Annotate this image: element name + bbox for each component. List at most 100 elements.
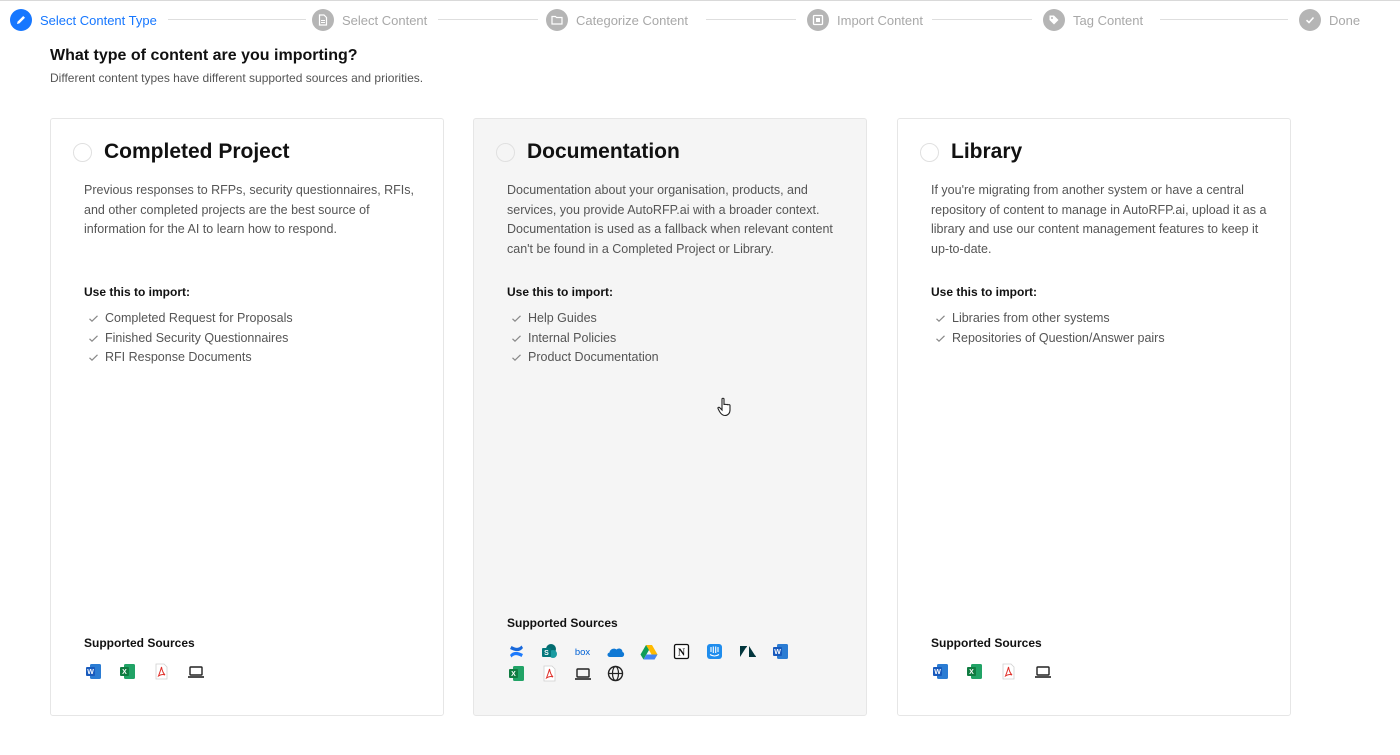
step-label: Select Content Type [40,12,157,28]
google-drive-icon [639,642,658,661]
list-item: Help Guides [511,309,659,329]
laptop-icon [186,662,205,681]
supported-sources-label: Supported Sources [507,616,618,630]
list-item: Repositories of Question/Answer pairs [935,329,1165,349]
import-list: Help Guides Internal Policies Product Do… [511,309,659,368]
step-categorize-content[interactable]: Categorize Content [546,8,688,32]
laptop-icon [1033,662,1052,681]
folder-icon [546,9,568,31]
document-icon [312,9,334,31]
checkmark-icon [511,313,522,324]
svg-text:box: box [575,647,591,658]
notion-icon: N [672,642,691,661]
excel-icon: X [507,664,526,683]
list-item: Internal Policies [511,329,659,349]
globe-icon [606,664,625,683]
step-label: Done [1329,12,1361,28]
checkmark-icon [88,313,99,324]
card-title: Completed Project [104,140,290,163]
card-title: Library [951,140,1023,163]
card-description: If you're migrating from another system … [931,183,1267,256]
onedrive-icon [606,642,625,661]
checkmark-icon [511,333,522,344]
svg-text:N: N [678,648,686,659]
step-label: Tag Content [1073,12,1144,28]
card-description: Previous responses to RFPs, security que… [84,183,414,237]
content-type-card-completed-project[interactable]: Completed Project Previous responses to … [50,118,444,716]
list-item-label: Repositories of Question/Answer pairs [952,330,1165,345]
use-this-to-import-label: Use this to import: [931,285,1038,299]
step-connector [932,19,1032,20]
pencil-icon [10,9,32,31]
checkmark-icon [88,352,99,363]
card-description: Documentation about your organisation, p… [507,183,833,256]
svg-text:W: W [774,649,781,656]
radio-button[interactable] [73,143,92,162]
step-connector [1160,19,1288,20]
radio-button[interactable] [496,143,515,162]
supported-sources: W X [84,662,205,681]
list-item-label: Product Documentation [528,350,659,365]
box-icon: box [573,642,592,661]
hand-pointer-icon [717,397,731,417]
content-type-card-documentation[interactable]: Documentation Documentation about your o… [473,118,867,716]
list-item-label: RFI Response Documents [105,350,252,365]
word-icon: W [931,662,950,681]
card-title: Documentation [527,140,680,163]
step-label: Categorize Content [576,12,689,28]
confluence-icon [507,642,526,661]
list-item-label: Finished Security Questionnaires [105,330,289,345]
pdf-icon [152,662,171,681]
step-label: Select Content [342,12,428,28]
svg-text:S: S [544,650,549,657]
word-icon: W [84,662,103,681]
supported-sources: S box N W X [507,642,807,683]
list-item: Finished Security Questionnaires [88,329,293,349]
list-item-label: Libraries from other systems [952,311,1110,325]
pdf-icon [540,664,559,683]
use-this-to-import-label: Use this to import: [507,285,614,299]
list-item: Completed Request for Proposals [88,309,293,329]
check-icon [1299,9,1321,31]
supported-sources-label: Supported Sources [931,636,1042,650]
use-this-to-import-label: Use this to import: [84,285,191,299]
svg-text:X: X [511,671,516,678]
step-connector [168,19,306,20]
list-item-label: Internal Policies [528,330,617,345]
list-item-label: Completed Request for Proposals [105,311,293,325]
svg-text:W: W [934,669,941,676]
sharepoint-icon: S [540,642,559,661]
checkmark-icon [935,313,946,324]
checkmark-icon [511,352,522,363]
svg-text:X: X [969,669,974,676]
word-icon: W [771,642,790,661]
step-connector [438,19,538,20]
intercom-icon [705,642,724,661]
radio-button[interactable] [920,143,939,162]
import-list: Libraries from other systems Repositorie… [935,309,1165,348]
svg-text:W: W [87,669,94,676]
content-type-card-library[interactable]: Library If you're migrating from another… [897,118,1291,716]
progress-stepper: Select Content Type Select Content Categ… [10,8,1362,32]
checkmark-icon [935,333,946,344]
list-item: Libraries from other systems [935,309,1165,329]
zendesk-icon [738,642,757,661]
list-item: RFI Response Documents [88,348,293,368]
laptop-icon [573,664,592,683]
step-import-content[interactable]: Import Content [807,8,923,32]
step-tag-content[interactable]: Tag Content [1043,8,1143,32]
step-label: Import Content [837,12,923,28]
import-icon [807,9,829,31]
pdf-icon [999,662,1018,681]
list-item: Product Documentation [511,348,659,368]
import-list: Completed Request for Proposals Finished… [88,309,293,368]
page-title: What type of content are you importing? [50,47,358,64]
step-connector [706,19,796,20]
excel-icon: X [118,662,137,681]
step-select-content[interactable]: Select Content [312,8,427,32]
tag-icon [1043,9,1065,31]
step-done[interactable]: Done [1299,8,1360,32]
step-select-content-type[interactable]: Select Content Type [10,8,157,32]
checkmark-icon [88,333,99,344]
svg-text:X: X [122,669,127,676]
